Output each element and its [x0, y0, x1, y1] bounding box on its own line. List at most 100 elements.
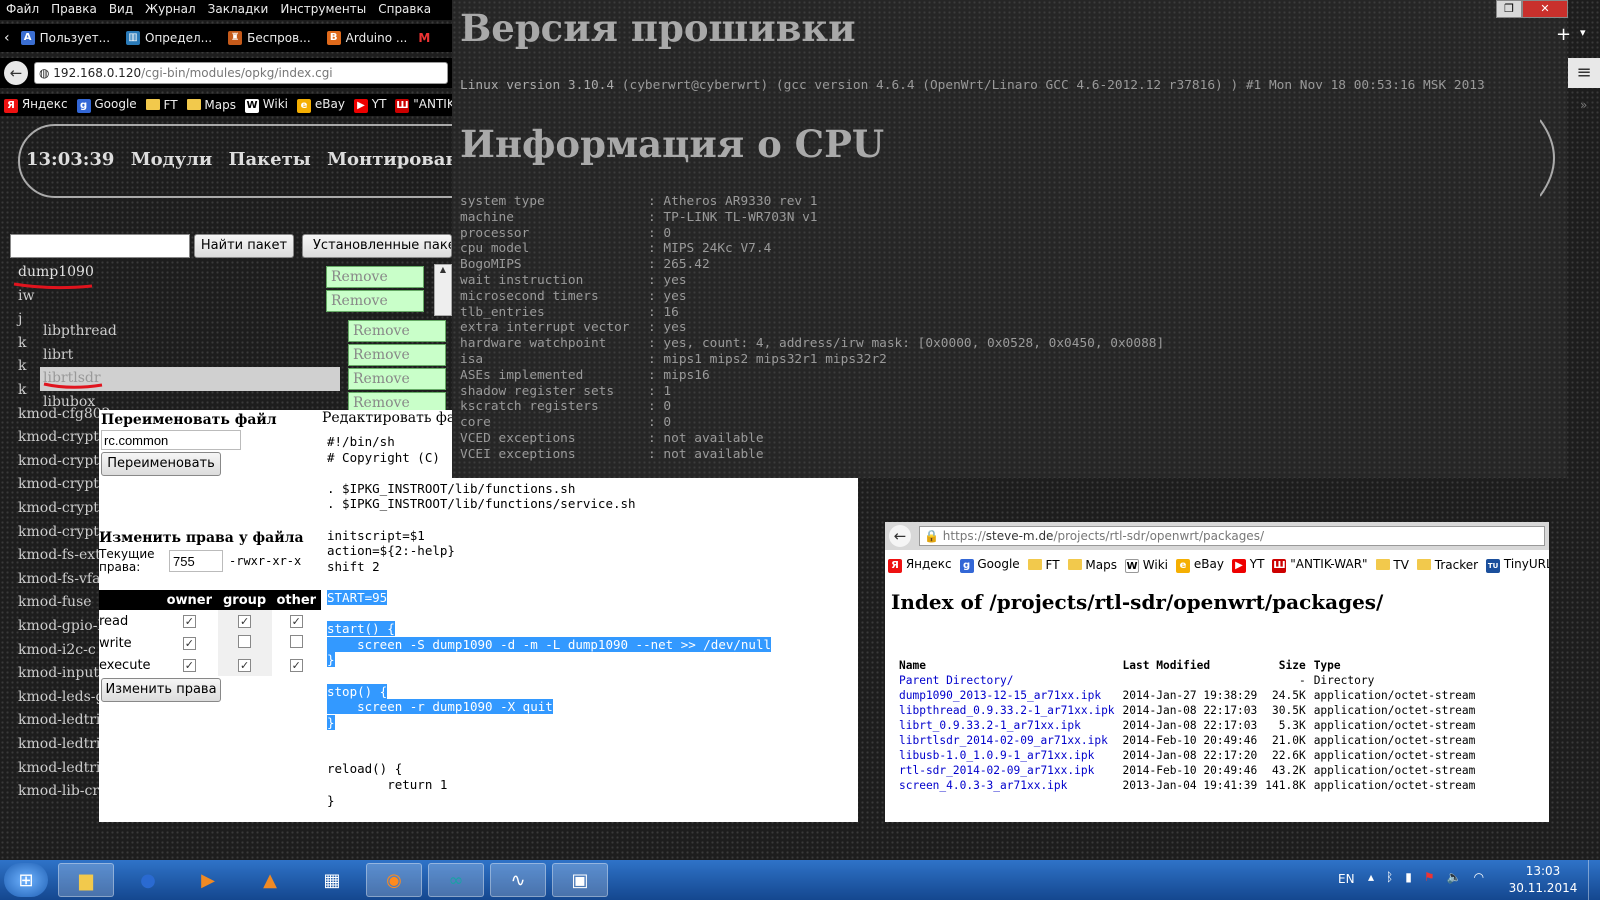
package-item[interactable]: kmod-i2c-c [18, 642, 96, 658]
perm-checkbox[interactable] [238, 634, 252, 648]
language-indicator[interactable]: EN [1338, 872, 1355, 886]
menu-item[interactable]: Правка [51, 2, 97, 18]
package-item[interactable]: kmod-input-c [18, 665, 112, 681]
perm-checkbox[interactable]: ✓ [182, 658, 196, 672]
network-icon[interactable]: ▮ [1405, 870, 1412, 884]
package-item[interactable]: dump1090 [18, 264, 94, 280]
menu-item[interactable]: Файл [6, 2, 39, 18]
package-item[interactable]: kmod-fuse [18, 594, 92, 610]
col-name[interactable]: Name [895, 658, 1119, 673]
rename-input[interactable] [101, 430, 241, 450]
bookmark-maps[interactable]: Maps [1067, 558, 1117, 572]
scrollbar[interactable]: ▲ [434, 264, 452, 316]
bookmark-yandex[interactable]: Я Яндекс [888, 557, 952, 573]
taskbar-vlc[interactable]: ▲ [242, 863, 298, 897]
menu-item[interactable]: Инструменты [280, 2, 366, 18]
package-item[interactable]: kmod-lib-crc [18, 783, 107, 799]
package-item[interactable]: kmod-crypto [18, 429, 107, 445]
package-item[interactable]: k [18, 358, 26, 374]
bookmark-wiki[interactable]: W Wiki [244, 97, 288, 113]
nav-modules[interactable]: Модули [131, 149, 213, 170]
subpackage-item[interactable]: libpthread [40, 320, 340, 344]
bookmark-yt[interactable]: ▶ YT [353, 97, 386, 113]
taskbar-firefox[interactable]: ◉ [366, 863, 422, 897]
package-item[interactable]: k [18, 335, 26, 351]
restore-icon[interactable]: ❐ [1496, 0, 1522, 18]
bookmark-ft[interactable]: FT [1027, 558, 1060, 572]
new-tab-icon[interactable]: + [1556, 24, 1571, 45]
bookmark-antikwar[interactable]: Ш "ANTIK-WA [395, 97, 452, 113]
taskbar-calculator[interactable]: ▦ [304, 863, 360, 897]
col-size[interactable]: Size [1261, 658, 1309, 673]
package-item[interactable]: kmod-ledtrig [18, 760, 109, 776]
package-item[interactable]: kmod-fs-ext4 [18, 547, 110, 563]
package-item[interactable]: j [18, 311, 22, 327]
package-item[interactable]: kmod-fs-vfat [18, 571, 106, 587]
menu-item[interactable]: Справка [378, 2, 431, 18]
taskbar-media-player[interactable]: ▶ [180, 863, 236, 897]
remove-button[interactable]: Remove [348, 368, 446, 390]
installed-packages-button[interactable]: Установленные паке [302, 234, 452, 258]
mail-icon[interactable]: M [418, 31, 430, 45]
menu-icon[interactable]: ≡ [1568, 58, 1600, 88]
file-link[interactable]: libpthread_0.9.33.2-1_ar71xx.ipk [899, 704, 1115, 717]
bookmark-antikwar[interactable]: Ш "ANTIK-WAR" [1272, 557, 1368, 573]
script-editor[interactable]: #!/bin/sh # Copyright (C). $IPKG_INSTROOT… [321, 432, 858, 822]
file-link[interactable]: librt_0.9.33.2-1_ar71xx.ipk [899, 719, 1081, 732]
file-link[interactable]: Parent Directory/ [899, 674, 1014, 687]
package-item[interactable]: kmod-leds-g [18, 689, 104, 705]
menu-item[interactable]: Закладки [208, 2, 269, 18]
taskbar-explorer[interactable]: ▆ [58, 863, 114, 897]
bookmark-tv[interactable]: TV [1375, 558, 1409, 572]
subpackage-item[interactable]: librtlsdr [40, 367, 340, 391]
bookmark-maps[interactable]: Maps [186, 98, 236, 112]
bookmark-ft[interactable]: FT [145, 98, 178, 112]
taskbar-browser[interactable]: ● [120, 863, 176, 897]
file-link[interactable]: dump1090_2013-12-15_ar71xx.ipk [899, 689, 1101, 702]
tab-2[interactable]: ♜ Беспров... [223, 31, 316, 45]
package-item[interactable]: kmod-crypto [18, 500, 107, 516]
package-item[interactable]: kmod-ledtrig [18, 736, 109, 752]
package-item[interactable]: iw [18, 288, 34, 304]
bookmark-wiki[interactable]: W Wiki [1124, 558, 1168, 573]
show-desktop-button[interactable] [1588, 860, 1600, 900]
bookmark-tracker[interactable]: Tracker [1416, 558, 1478, 572]
more-bookmarks-icon[interactable]: » [1580, 98, 1587, 112]
remove-button[interactable]: Remove [326, 266, 424, 288]
file-link[interactable]: librtlsdr_2014-02-09_ar71xx.ipk [899, 734, 1108, 747]
package-item[interactable]: kmod-crypto [18, 476, 107, 492]
start-button[interactable]: ⊞ [4, 863, 48, 897]
address-bar[interactable]: 🔒 https://steve-m.de/projects/rtl-sdr/op… [919, 526, 1545, 546]
perm-checkbox[interactable]: ✓ [289, 658, 303, 672]
col-type[interactable]: Type [1310, 658, 1480, 673]
tab-0[interactable]: A Пользует... [16, 31, 115, 45]
tab-1[interactable]: ▥ Определ... [121, 31, 217, 45]
tabs-scroll-left-icon[interactable]: ‹ [4, 30, 10, 46]
volume-icon[interactable]: 🔈 [1447, 870, 1462, 884]
perm-checkbox[interactable]: ✓ [182, 636, 196, 650]
perm-checkbox[interactable]: ✓ [238, 658, 252, 672]
chmod-button[interactable]: Изменить права [101, 678, 221, 702]
bookmark-ebay[interactable]: e eBay [297, 97, 345, 113]
bookmark-yt[interactable]: ▶ YT [1231, 557, 1264, 573]
subpackage-item[interactable]: librt [40, 344, 340, 368]
bookmark-google[interactable]: g Google [76, 97, 137, 113]
remove-button[interactable]: Remove [348, 320, 446, 342]
back-button[interactable]: ← [889, 525, 911, 547]
col-last-modified[interactable]: Last Modified [1119, 658, 1262, 673]
package-item[interactable]: k [18, 382, 26, 398]
package-item[interactable]: kmod-crypto [18, 524, 107, 540]
package-search-input[interactable] [10, 234, 190, 258]
perm-input[interactable] [169, 550, 223, 572]
rename-button[interactable]: Переименовать [101, 452, 221, 476]
bookmark-yandex[interactable]: Я Яндекс [4, 97, 68, 113]
file-link[interactable]: screen_4.0.3-3_ar71xx.ipk [899, 779, 1067, 792]
menu-item[interactable]: Вид [109, 2, 133, 18]
bookmark-google[interactable]: g Google [959, 557, 1020, 573]
file-link[interactable]: libusb-1.0_1.0.9-1_ar71xx.ipk [899, 749, 1094, 762]
remove-button[interactable]: Remove [348, 344, 446, 366]
taskbar-sdr[interactable]: ∿ [490, 863, 546, 897]
scroll-up-icon[interactable]: ▲ [435, 265, 451, 274]
find-package-button[interactable]: Найти пакет [194, 234, 294, 258]
file-link[interactable]: rtl-sdr_2014-02-09_ar71xx.ipk [899, 764, 1094, 777]
